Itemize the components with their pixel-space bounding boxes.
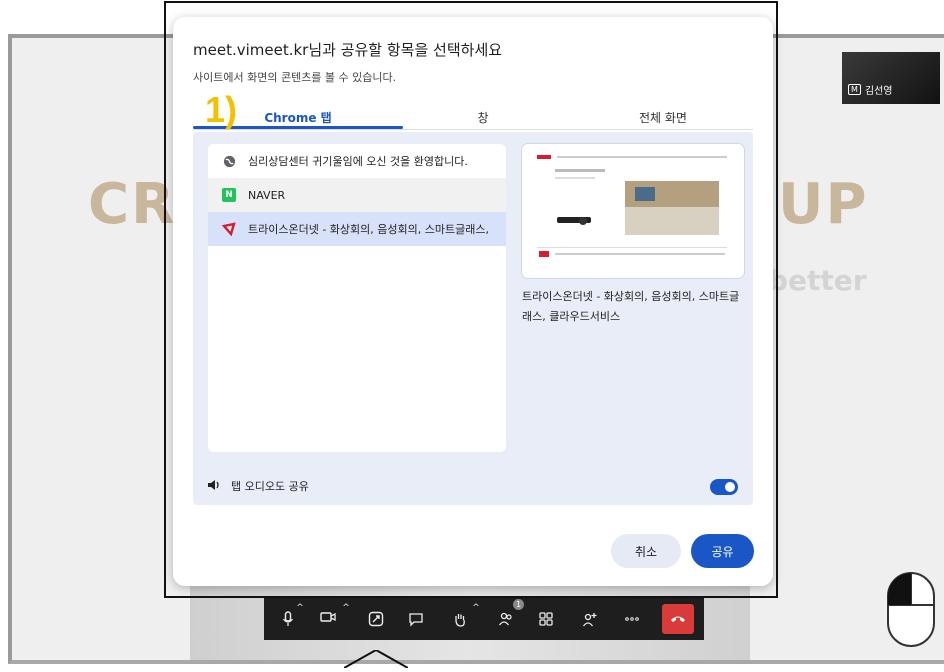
- hang-up-icon: [671, 616, 685, 622]
- screen-share-icon[interactable]: [368, 611, 384, 627]
- meeting-toolbar: ^ ^ ^ 1: [264, 598, 704, 640]
- participant-name: 김선영: [864, 86, 893, 97]
- slide-subtext: better: [768, 264, 867, 297]
- annotation-highlight-box: [164, 1, 778, 598]
- participant-badge: M: [848, 84, 861, 95]
- pointer-caret-icon: [343, 648, 409, 672]
- camera-options-icon[interactable]: ^: [338, 600, 354, 616]
- participant-count-badge: 1: [513, 599, 524, 610]
- more-options-icon[interactable]: [624, 611, 640, 627]
- slide-text-right: UP: [778, 172, 869, 237]
- slide-text-left: CR: [88, 172, 177, 237]
- participants-icon[interactable]: [498, 611, 514, 627]
- mouse-click-icon: [886, 571, 936, 648]
- hang-up-button[interactable]: [662, 604, 694, 634]
- chat-icon[interactable]: [408, 611, 424, 627]
- raise-hand-icon[interactable]: [452, 611, 468, 627]
- mic-options-icon[interactable]: ^: [292, 600, 308, 616]
- grid-view-icon[interactable]: [538, 611, 554, 627]
- invite-user-icon[interactable]: [582, 611, 598, 627]
- reactions-options-icon[interactable]: ^: [468, 600, 484, 616]
- participant-label: M 김선영: [848, 82, 893, 97]
- camera-icon[interactable]: [320, 611, 336, 627]
